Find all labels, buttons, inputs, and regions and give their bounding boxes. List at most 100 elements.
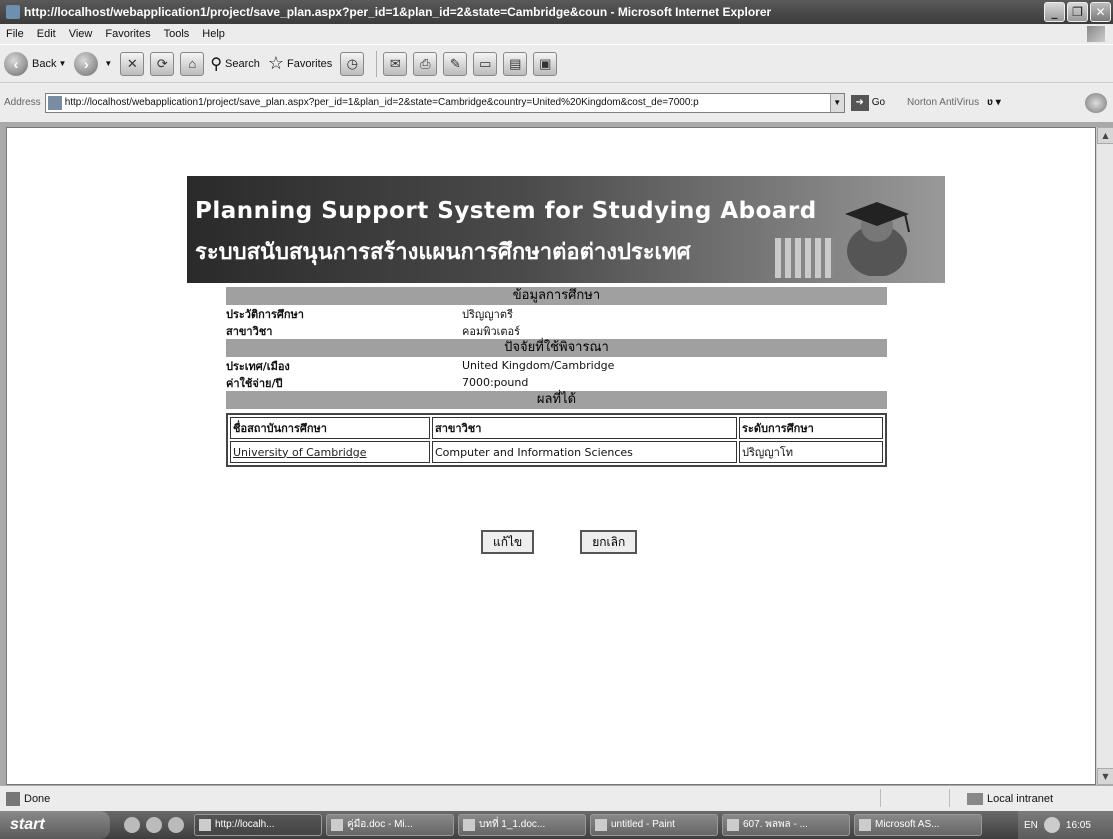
quick-launch-icon[interactable] <box>124 817 140 833</box>
go-button[interactable]: ➜ Go <box>850 94 886 111</box>
menu-tools[interactable]: Tools <box>164 28 190 40</box>
scroll-down-icon[interactable]: ▼ <box>1097 768 1113 785</box>
word-icon <box>331 819 343 831</box>
taskbar-item[interactable]: untitled - Paint <box>590 814 718 836</box>
edit-button[interactable]: แก้ไข <box>481 530 535 554</box>
field-value: ปริญญาตรี <box>462 307 513 321</box>
discuss-icon[interactable]: ▭ <box>473 51 498 76</box>
norton-label: Norton AntiVirus <box>907 97 980 108</box>
taskbar-item[interactable]: คู่มือ.doc - Mi... <box>326 814 454 836</box>
intranet-icon <box>966 792 983 805</box>
toolbar-divider <box>376 50 378 77</box>
institution-link[interactable]: University of Cambridge <box>233 446 367 459</box>
zone-label: Local intranet <box>986 792 1053 805</box>
status-divider <box>880 789 950 807</box>
table-header-row: ชื่อสถาบันการศึกษา สาขาวิชา ระดับการศึกษ… <box>230 417 883 439</box>
field-label: สาขาวิชา <box>226 324 273 338</box>
taskbar-item-label: http://localh... <box>215 819 275 830</box>
search-button[interactable]: ⚲ Search <box>210 54 260 74</box>
scroll-up-icon[interactable]: ▲ <box>1097 127 1113 144</box>
back-arrow-icon: ‹ <box>4 51 28 76</box>
status-text: Done <box>24 792 51 805</box>
quick-launch-icon[interactable] <box>168 817 184 833</box>
window-titlebar: http://localhost/webapplication1/project… <box>0 0 1113 24</box>
action-buttons: แก้ไข ยกเลิก <box>481 530 638 554</box>
cancel-button[interactable]: ยกเลิก <box>580 530 638 554</box>
paint-icon <box>595 819 607 831</box>
home-icon[interactable]: ⌂ <box>180 51 205 76</box>
search-icon: ⚲ <box>210 55 223 73</box>
back-button[interactable]: ‹ Back ▼ <box>4 51 66 76</box>
history-icon[interactable]: ◷ <box>340 51 365 76</box>
address-input[interactable]: http://localhost/webapplication1/project… <box>44 92 845 113</box>
education-row: สาขาวิชา คอมพิวเตอร์ <box>226 322 887 339</box>
research-icon[interactable]: ▤ <box>503 51 528 76</box>
task-list: http://localh... คู่มือ.doc - Mi... บทที… <box>194 814 982 836</box>
go-arrow-icon: ➜ <box>850 94 869 111</box>
column-header: สาขาวิชา <box>432 417 737 439</box>
toolbar: ‹ Back ▼ › ▼ ✕ ⟳ ⌂ ⚲ Search ☆ Favorites … <box>0 44 1113 82</box>
mail-icon[interactable]: ✉ <box>383 51 408 76</box>
graduation-cap-image <box>845 202 910 276</box>
back-label: Back <box>32 57 57 70</box>
favorites-label: Favorites <box>287 57 333 70</box>
messenger-icon[interactable]: ▣ <box>533 51 558 76</box>
chevron-down-icon[interactable]: ▼ <box>58 59 66 68</box>
system-tray: EN 16:05 <box>1018 811 1113 839</box>
field-value: 7000:pound <box>462 376 529 389</box>
word-icon <box>463 819 475 831</box>
print-icon[interactable]: ⎙ <box>413 51 438 76</box>
refresh-icon[interactable]: ⟳ <box>150 51 175 76</box>
vertical-scrollbar[interactable]: ▲ ▼ <box>1096 127 1113 785</box>
language-indicator[interactable]: EN <box>1024 820 1038 831</box>
address-url[interactable]: http://localhost/webapplication1/project… <box>65 97 830 108</box>
tray-icon[interactable] <box>1043 817 1060 833</box>
norton-icon[interactable]: ʋ ▾ <box>987 97 1001 108</box>
field-label: ค่าใช้จ่าย/ปี <box>226 376 283 390</box>
taskbar-item[interactable]: 607. พลพล - ... <box>722 814 850 836</box>
header-banner: Planning Support System for Studying Abo… <box>187 176 945 283</box>
education-heading: ข้อมูลการศึกษา <box>226 287 887 305</box>
minimize-button[interactable]: _ <box>1044 2 1065 22</box>
field-cell: Computer and Information Sciences <box>432 441 737 463</box>
taskbar-item[interactable]: http://localh... <box>194 814 322 836</box>
taskbar: start http://localh... คู่มือ.doc - Mi..… <box>0 811 1113 839</box>
banner-title-th: ระบบสนับสนุนการสร้างแผนการศึกษาต่อต่างปร… <box>195 240 691 265</box>
field-value: คอมพิวเตอร์ <box>462 324 521 338</box>
menubar: File Edit View Favorites Tools Help <box>0 24 1113 44</box>
quick-launch <box>124 817 184 833</box>
windows-flag-icon <box>1087 26 1105 42</box>
menu-edit[interactable]: Edit <box>37 28 56 40</box>
chevron-down-icon[interactable]: ▼ <box>104 59 112 68</box>
window-title: http://localhost/webapplication1/project… <box>24 5 772 19</box>
address-label: Address <box>4 97 41 108</box>
banner-title-en: Planning Support System for Studying Abo… <box>195 198 817 224</box>
taskbar-item[interactable]: บทที่ 1_1.doc... <box>458 814 586 836</box>
field-label: ประวัติการศึกษา <box>226 307 304 321</box>
clock: 16:05 <box>1065 819 1091 831</box>
menu-file[interactable]: File <box>6 28 24 40</box>
chevron-down-icon[interactable]: ▼ <box>829 93 844 112</box>
edit-icon[interactable]: ✎ <box>443 51 468 76</box>
field-value: United Kingdom/Cambridge <box>462 359 615 372</box>
star-icon: ☆ <box>267 53 285 73</box>
close-button[interactable]: ✕ <box>1090 2 1111 22</box>
stop-icon[interactable]: ✕ <box>120 51 145 76</box>
forward-button[interactable]: › ▼ <box>74 51 112 76</box>
factors-heading: ปัจจัยที่ใช้พิจารณา <box>226 339 887 357</box>
status-bar: Done Local intranet <box>0 785 1113 811</box>
menu-view[interactable]: View <box>69 28 93 40</box>
taskbar-item[interactable]: Microsoft AS... <box>854 814 982 836</box>
media-icon <box>727 819 739 831</box>
menu-favorites[interactable]: Favorites <box>105 28 150 40</box>
field-label: ประเทศ/เมือง <box>226 359 290 373</box>
results-table: ชื่อสถาบันการศึกษา สาขาวิชา ระดับการศึกษ… <box>226 413 887 467</box>
restore-button[interactable]: ❐ <box>1067 2 1088 22</box>
quick-launch-icon[interactable] <box>146 817 162 833</box>
taskbar-item-label: คู่มือ.doc - Mi... <box>347 819 413 830</box>
menu-help[interactable]: Help <box>202 28 225 40</box>
go-label: Go <box>871 97 886 108</box>
favorites-button[interactable]: ☆ Favorites <box>268 53 332 74</box>
globe-icon[interactable] <box>1085 93 1107 113</box>
start-button[interactable]: start <box>0 811 110 839</box>
